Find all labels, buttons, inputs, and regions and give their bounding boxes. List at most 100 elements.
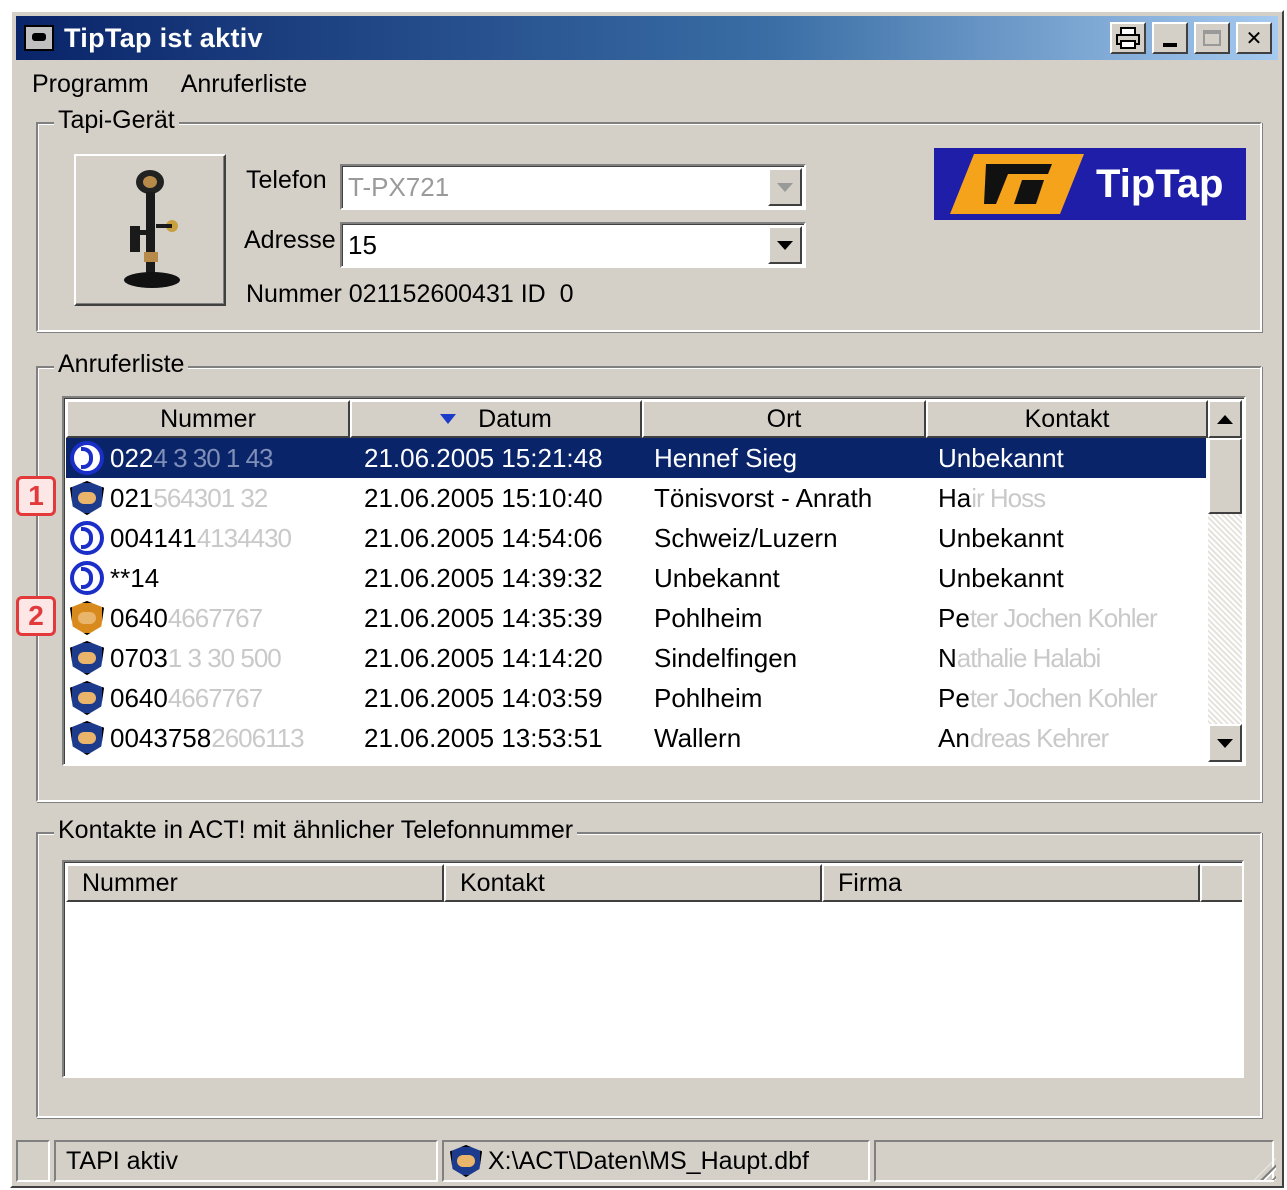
column-header-datum[interactable]: Datum — [350, 400, 642, 438]
column-header-kontakt[interactable]: Kontakt — [444, 864, 822, 902]
column-header-nummer[interactable]: Nummer — [66, 400, 350, 438]
table-row[interactable]: **14 21.06.2005 14:39:32 Unbekannt Unbekann… — [66, 558, 1206, 598]
cell-nummer: 004141 4134430 — [110, 518, 346, 558]
telefon-dropdown-button[interactable] — [768, 168, 802, 206]
cell-nummer: 021 564301 32 — [110, 478, 346, 518]
column-header-firma[interactable]: Firma — [822, 864, 1200, 902]
telefon-value: T-PX721 — [348, 172, 450, 202]
incoming-call-icon — [70, 441, 106, 475]
menu-anruferliste[interactable]: Anruferliste — [179, 68, 309, 101]
phone-button[interactable] — [74, 154, 226, 306]
cell-kontakt-text: Pe — [938, 682, 970, 713]
cell-kontakt-text: An — [938, 722, 970, 753]
cell-datum: 21.06.2005 14:14:20 — [364, 642, 603, 673]
status-bar: TAPI aktiv X:\ACT\Daten\MS_Haupt.dbf — [16, 1140, 1278, 1182]
column-header-kontakt[interactable]: Kontakt — [926, 400, 1208, 438]
tapi-group-label: Tapi-Gerät — [54, 106, 179, 135]
contact-handshake-icon — [70, 641, 106, 675]
cell-datum: 21.06.2005 14:35:39 — [364, 602, 603, 633]
tapi-device-group: Tapi-Gerät Telefon T-PX721 Adresse 15 Nu… — [36, 106, 1262, 332]
telefon-select[interactable]: T-PX721 — [340, 164, 806, 210]
caller-list-table: Nummer Datum Ort Kontakt 022 4 3 30 1 43 2… — [62, 396, 1246, 766]
caller-list-scrollbar[interactable] — [1208, 400, 1242, 762]
status-empty-panel — [874, 1140, 1274, 1182]
cell-kontakt-masked: athalie Halabi — [956, 642, 1102, 673]
cell-nummer: 0043758 2606113 — [110, 718, 346, 758]
caller-list-header: Nummer Datum Ort Kontakt — [66, 400, 1208, 438]
cell-ort: Schweiz/Luzern — [654, 522, 838, 553]
table-row[interactable]: 0640 4667767 21.06.2005 14:03:59 Pohlheim Pe… — [66, 678, 1206, 718]
cell-datum: 21.06.2005 14:54:06 — [364, 522, 603, 553]
contacts-group: Kontakte in ACT! mit ähnlicher Telefonnu… — [36, 816, 1262, 1118]
menu-programm[interactable]: Programm — [30, 68, 151, 101]
cell-nummer: 022 4 3 30 1 43 — [110, 438, 346, 478]
cell-ort: Tönisvorst - Anrath — [654, 482, 873, 513]
chevron-down-icon — [777, 240, 793, 250]
table-row[interactable]: 0640 4667767 21.06.2005 14:35:39 Pohlheim Pe… — [66, 598, 1206, 638]
cell-kontakt: An dreas Kehrer — [938, 718, 1204, 758]
telefon-label: Telefon — [246, 166, 327, 194]
cell-ort: Wallern — [654, 722, 742, 753]
cell-nummer: 0640 4667767 — [110, 598, 346, 638]
cell-nummer-text: 0640 — [110, 682, 168, 713]
window-title: TipTap ist aktiv — [64, 22, 263, 53]
cell-nummer-masked: 4 3 30 1 43 — [153, 442, 273, 473]
cell-nummer-masked: 564301 32 — [153, 482, 268, 513]
cell-nummer-text: **14 — [110, 562, 160, 593]
cell-nummer-text: 0703 — [110, 642, 168, 673]
adresse-dropdown-button[interactable] — [768, 226, 802, 264]
status-database-path: X:\ACT\Daten\MS_Haupt.dbf — [442, 1140, 870, 1182]
cell-kontakt-text: Unbekannt — [938, 522, 1064, 553]
cell-nummer-masked: 1 3 30 500 — [167, 642, 282, 673]
cell-nummer-masked: 2606113 — [211, 722, 304, 753]
status-tapi: TAPI aktiv — [54, 1140, 438, 1182]
close-button[interactable]: ✕ — [1236, 22, 1272, 54]
maximize-button[interactable] — [1194, 22, 1230, 54]
scroll-down-button[interactable] — [1208, 724, 1242, 762]
cell-kontakt: Unbekannt — [938, 518, 1204, 558]
cell-datum: 21.06.2005 14:03:59 — [364, 682, 603, 713]
annotation-marker: 1 — [16, 476, 56, 516]
contact-handshake-icon — [70, 681, 106, 715]
cell-kontakt-masked: ir Hoss — [971, 482, 1046, 513]
table-row[interactable]: 0703 1 3 30 500 21.06.2005 14:14:20 Sindelf… — [66, 638, 1206, 678]
cell-kontakt: Ha ir Hoss — [938, 478, 1204, 518]
cell-nummer-text: 0640 — [110, 602, 168, 633]
cell-datum: 21.06.2005 15:21:48 — [364, 442, 603, 473]
cell-datum: 21.06.2005 15:10:40 — [364, 482, 603, 513]
table-row[interactable]: 021 564301 32 21.06.2005 15:10:40 Tönisvors… — [66, 478, 1206, 518]
act-database-icon — [450, 1145, 482, 1177]
scroll-thumb[interactable] — [1208, 438, 1242, 514]
table-row[interactable]: 004141 4134430 21.06.2005 14:54:06 Schweiz/… — [66, 518, 1206, 558]
cell-kontakt-text: Unbekannt — [938, 442, 1064, 473]
cell-nummer-masked: 4667767 — [167, 682, 263, 713]
table-row[interactable]: 0043758 2606113 21.06.2005 13:53:51 Wallern… — [66, 718, 1206, 758]
cell-kontakt-text: Unbekannt — [938, 562, 1064, 593]
scroll-up-button[interactable] — [1208, 400, 1242, 438]
adresse-select[interactable]: 15 — [340, 222, 806, 268]
status-icon-panel — [16, 1140, 50, 1182]
column-header-ort[interactable]: Ort — [642, 400, 926, 438]
cell-ort: Hennef Sieg — [654, 442, 798, 473]
contacts-header: Nummer Kontakt Firma — [66, 864, 1242, 902]
candlestick-phone-icon — [124, 170, 180, 288]
nummer-id-text: Nummer 021152600431 ID 0 — [246, 280, 574, 308]
cell-nummer-text: 0043758 — [110, 722, 212, 753]
table-row[interactable]: 022 4 3 30 1 43 21.06.2005 15:21:48 Hennef … — [66, 438, 1206, 478]
tiptap-logo-mark-icon — [950, 154, 1084, 214]
cell-kontakt-text: N — [938, 642, 957, 673]
print-icon[interactable] — [1110, 22, 1146, 54]
minimize-button[interactable] — [1152, 22, 1188, 54]
contact-handshake-icon — [70, 481, 106, 515]
cell-kontakt: Nathalie Halabi — [938, 638, 1204, 678]
cell-kontakt: Unbekannt — [938, 438, 1204, 478]
logo-text: TipTap — [1096, 161, 1224, 206]
cell-ort: Pohlheim — [654, 602, 763, 633]
chevron-up-icon — [1217, 414, 1233, 424]
phone-app-icon[interactable] — [24, 25, 54, 51]
tiptap-logo: TipTap — [934, 148, 1246, 220]
window-controls: ✕ — [1110, 22, 1272, 54]
title-bar[interactable]: TipTap ist aktiv ✕ — [16, 16, 1278, 60]
sort-descending-icon — [440, 414, 457, 424]
column-header-nummer[interactable]: Nummer — [66, 864, 444, 902]
